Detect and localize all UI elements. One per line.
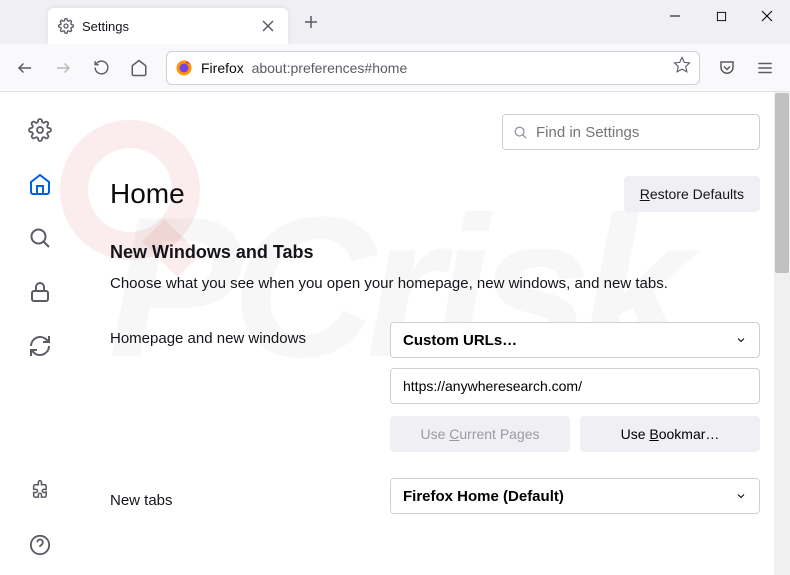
select-value: Firefox Home (Default) [403,488,564,505]
page-title: Home [110,178,185,210]
use-current-pages-button[interactable]: Use Current Pages [390,416,570,452]
homepage-url-input[interactable] [390,368,760,404]
close-window-button[interactable] [744,0,790,32]
sidebar-privacy[interactable] [18,270,62,314]
gear-icon [58,18,74,34]
tab-title: Settings [82,19,250,34]
restore-defaults-button[interactable]: RRestore Defaultsestore Defaults [624,176,760,212]
homepage-label: Homepage and new windows [110,322,390,347]
new-tab-button[interactable] [296,7,326,37]
bookmark-star-icon[interactable] [673,56,691,79]
scrollbar-thumb[interactable] [775,93,789,273]
window-titlebar: Settings [0,0,790,44]
url-path: about:preferences#home [252,60,408,76]
settings-sidebar [0,92,80,575]
reload-button[interactable] [84,51,118,85]
sidebar-home[interactable] [18,162,62,206]
settings-content: Home RRestore Defaultsestore Defaults Ne… [0,92,790,575]
settings-search-input[interactable] [536,124,749,141]
sidebar-help[interactable] [18,523,62,567]
sidebar-extensions[interactable] [18,469,62,513]
chevron-down-icon [735,334,747,346]
close-icon[interactable] [258,16,278,36]
search-icon [513,125,528,140]
url-bar[interactable]: Firefox about:preferences#home [166,51,700,85]
newtabs-select[interactable]: Firefox Home (Default) [390,478,760,514]
sidebar-sync[interactable] [18,324,62,368]
forward-button[interactable] [46,51,80,85]
pocket-icon[interactable] [710,51,744,85]
section-heading: New Windows and Tabs [110,242,760,263]
use-bookmark-button[interactable]: Use Bookmar… [580,416,760,452]
minimize-button[interactable] [652,0,698,32]
select-value: Custom URLs… [403,332,517,349]
section-description: Choose what you see when you open your h… [110,273,760,294]
firefox-icon [175,59,193,77]
newtabs-label: New tabs [110,484,390,509]
browser-toolbar: Firefox about:preferences#home [0,44,790,92]
maximize-button[interactable] [698,0,744,32]
settings-main: Home RRestore Defaultsestore Defaults Ne… [80,92,790,575]
url-product: Firefox [201,60,244,76]
homepage-mode-select[interactable]: Custom URLs… [390,322,760,358]
hamburger-menu-icon[interactable] [748,51,782,85]
sidebar-general[interactable] [18,108,62,152]
settings-search[interactable] [502,114,760,150]
back-button[interactable] [8,51,42,85]
home-nav-button[interactable] [122,51,156,85]
browser-tab[interactable]: Settings [48,8,288,44]
chevron-down-icon [735,490,747,502]
sidebar-search[interactable] [18,216,62,260]
window-controls [652,0,790,44]
vertical-scrollbar[interactable] [774,92,790,575]
